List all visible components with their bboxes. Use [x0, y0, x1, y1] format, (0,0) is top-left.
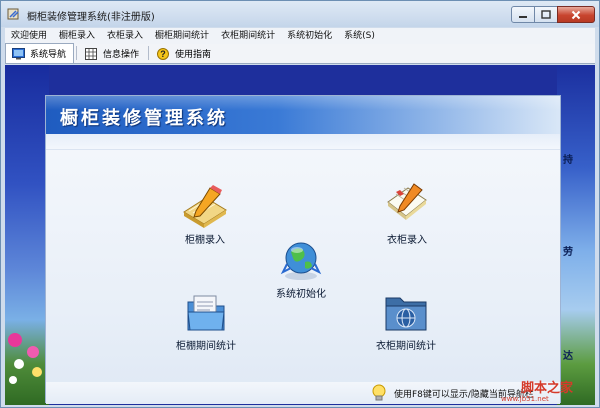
- globe-network-icon: [280, 242, 322, 280]
- edge-text: 持: [563, 155, 573, 166]
- menu-cabinet-entry[interactable]: 橱柜录入: [53, 28, 101, 44]
- edge-text: 劳: [563, 247, 573, 258]
- flower-decoration: [8, 333, 42, 384]
- watermark: 脚本之家: [521, 381, 574, 396]
- panel-title: 橱柜装修管理系统: [60, 108, 228, 129]
- panel-subheader: [46, 134, 560, 150]
- close-icon: [571, 10, 581, 19]
- tab-info-operation[interactable]: 信息操作: [79, 44, 146, 63]
- menu-system-init[interactable]: 系统初始化: [281, 28, 338, 44]
- tab-user-guide[interactable]: ? 使用指南: [151, 44, 218, 63]
- maximize-icon: [541, 10, 551, 19]
- launcher-label: 衣柜期间统计: [376, 341, 436, 352]
- toolbar-divider: [148, 46, 150, 60]
- help-icon: ?: [157, 47, 170, 60]
- launcher-label: 衣柜录入: [387, 235, 427, 246]
- launcher-label: 柜棚录入: [185, 235, 225, 246]
- app-icon: [7, 8, 19, 20]
- notepad-pencil-icon: [387, 183, 427, 220]
- cabinet-entry-launcher[interactable]: 柜棚录入: [180, 184, 230, 246]
- minimize-icon: [519, 15, 527, 18]
- toolbar-divider: [76, 46, 78, 60]
- panel-header: 橱柜装修管理系统: [46, 96, 560, 134]
- launcher-label: 系统初始化: [276, 289, 326, 300]
- menu-bar: 欢迎使用 橱柜录入 衣柜录入 橱柜期间统计 衣柜期间统计 系统初始化 系统(S): [5, 28, 595, 44]
- launcher-label: 柜棚期间统计: [176, 341, 236, 352]
- tab-label: 信息操作: [103, 50, 140, 60]
- tab-label: 使用指南: [175, 50, 212, 60]
- menu-wardrobe-stats[interactable]: 衣柜期间统计: [215, 28, 281, 44]
- window-title: 橱柜装修管理系统(非注册版): [27, 12, 155, 23]
- navigation-panel: 橱柜装修管理系统 柜棚录入 衣柜录入 系统初始化 柜棚期间统计 衣柜期间统计 使…: [45, 95, 561, 404]
- panel-footer: 使用F8键可以显示/隐藏当前导航栏: [46, 382, 560, 404]
- menu-cabinet-stats[interactable]: 橱柜期间统计: [149, 28, 215, 44]
- navigation-content: 持 劳 达 橱柜装修管理系统 柜棚录入 衣柜录入 系统初始化 柜棚期间统计 衣柜…: [5, 65, 595, 405]
- folder-doc-icon: [187, 295, 225, 331]
- folder-globe-icon: [385, 297, 427, 331]
- menu-wardrobe-entry[interactable]: 衣柜录入: [101, 28, 149, 44]
- svg-text:?: ?: [160, 49, 166, 59]
- menu-welcome[interactable]: 欢迎使用: [5, 28, 53, 44]
- notebook-pencil-icon: [183, 185, 227, 228]
- watermark-url: www.jb51.net: [501, 395, 549, 403]
- title-bar[interactable]: 橱柜装修管理系统(非注册版): [1, 1, 599, 27]
- cabinet-stats-launcher[interactable]: 柜棚期间统计: [176, 292, 236, 352]
- grid-icon: [85, 47, 98, 60]
- close-button[interactable]: [557, 6, 595, 23]
- menu-system[interactable]: 系统(S): [338, 28, 381, 44]
- lightbulb-icon: [372, 384, 386, 401]
- wardrobe-stats-launcher[interactable]: 衣柜期间统计: [376, 290, 436, 352]
- toolbar: 系统导航 信息操作 ? 使用指南: [5, 43, 595, 64]
- minimize-button[interactable]: [511, 6, 535, 23]
- nav-icon: [12, 47, 25, 59]
- wardrobe-entry-launcher[interactable]: 衣柜录入: [382, 182, 432, 246]
- app-window: 橱柜装修管理系统(非注册版) 欢迎使用 橱柜录入 衣柜录入 橱柜期间统计 衣柜期…: [0, 0, 600, 408]
- edge-text: 达: [563, 351, 573, 362]
- system-init-launcher[interactable]: 系统初始化: [276, 238, 326, 300]
- tab-system-navigation[interactable]: 系统导航: [5, 43, 75, 63]
- maximize-button[interactable]: [534, 6, 558, 23]
- tab-label: 系统导航: [30, 50, 67, 60]
